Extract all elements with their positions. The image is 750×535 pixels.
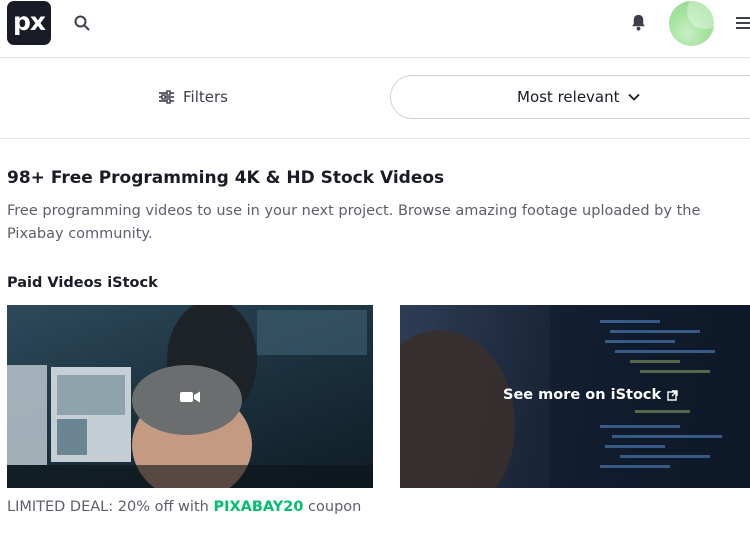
deal-prefix: LIMITED DEAL: 20% off with xyxy=(7,499,214,515)
page-description: Free programming videos to use in your n… xyxy=(7,203,701,242)
sort-dropdown[interactable]: Most relevant xyxy=(390,75,750,119)
sort-label: Most relevant xyxy=(517,88,620,106)
deal-banner: LIMITED DEAL: 20% off with PIXABAY20 cou… xyxy=(7,499,361,515)
menu-icon[interactable] xyxy=(736,15,750,31)
page-title: 98+ Free Programming 4K & HD Stock Video… xyxy=(7,168,445,188)
filter-bar: Filters Most relevant xyxy=(0,58,750,139)
istock-video-thumbnail[interactable] xyxy=(7,305,373,488)
see-more-istock-tile[interactable]: See more on iStock xyxy=(400,305,750,488)
see-more-istock-link[interactable]: See more on iStock xyxy=(503,387,678,403)
external-link-icon xyxy=(667,389,678,401)
filters-label: Filters xyxy=(183,88,228,106)
coupon-code[interactable]: PIXABAY20 xyxy=(213,499,303,515)
deal-suffix: coupon xyxy=(303,499,362,515)
section-title: Paid Videos iStock xyxy=(7,275,158,291)
filters-button[interactable]: Filters xyxy=(158,86,228,108)
top-header: px xyxy=(0,0,750,58)
video-camera-icon xyxy=(180,391,200,403)
pixabay-logo[interactable]: px xyxy=(7,1,51,45)
sliders-icon xyxy=(159,90,174,104)
bell-icon[interactable] xyxy=(629,13,648,32)
user-avatar[interactable] xyxy=(669,1,714,46)
chevron-down-icon xyxy=(627,93,640,101)
search-icon[interactable] xyxy=(73,14,91,32)
see-more-istock-label: See more on iStock xyxy=(503,387,662,403)
